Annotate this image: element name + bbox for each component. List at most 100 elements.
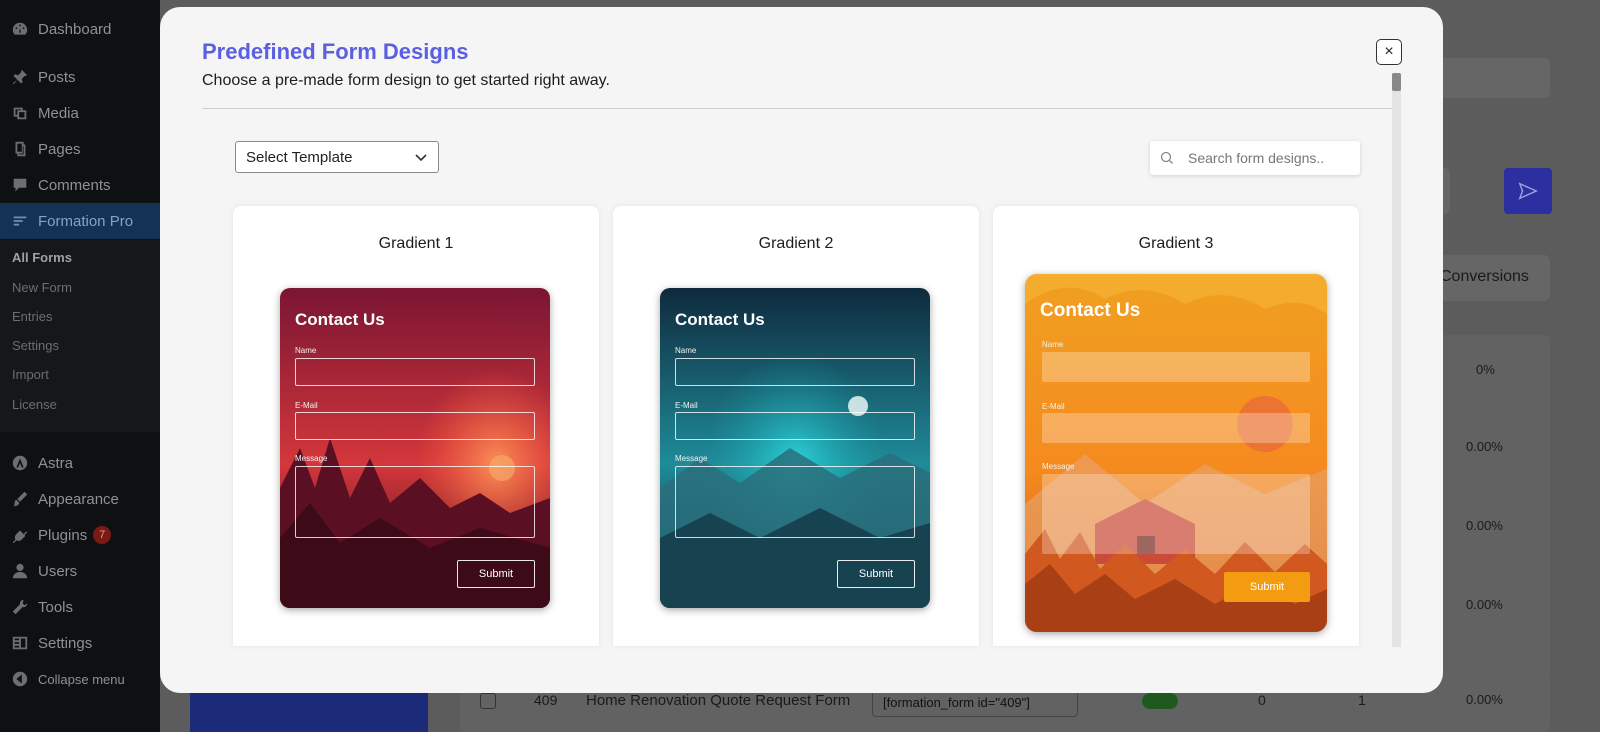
modal-title: Predefined Form Designs	[202, 39, 469, 64]
preview-email-label: E-Mail	[295, 401, 318, 410]
user-icon	[10, 561, 30, 581]
conversion-value: 0.00%	[1466, 439, 1503, 454]
card-title: Gradient 2	[758, 235, 834, 252]
sidebar-item-formation-pro[interactable]: Formation Pro	[0, 203, 160, 239]
preview-submit-button: Submit	[1224, 572, 1310, 602]
bg-toolbar-panel	[1430, 58, 1550, 98]
settings-icon	[10, 633, 30, 653]
admin-sidebar: Dashboard Posts Media Pages Comments For…	[0, 0, 160, 732]
submenu-new-form[interactable]: New Form	[12, 280, 72, 295]
submenu-all-forms[interactable]: All Forms	[12, 250, 72, 265]
sidebar-item-label: Appearance	[38, 490, 119, 508]
sidebar-item-label: Astra	[38, 454, 74, 472]
sidebar-item-media[interactable]: Media	[0, 95, 160, 131]
sidebar-item-posts[interactable]: Posts	[0, 59, 160, 95]
sidebar-item-label: Pages	[38, 140, 81, 158]
preview-message-field	[295, 466, 535, 538]
sidebar-item-label: Tools	[38, 598, 74, 616]
sidebar-item-label: Posts	[38, 68, 76, 86]
close-button[interactable]: ×	[1376, 39, 1402, 65]
scrollbar-thumb[interactable]	[1392, 73, 1401, 91]
row-shortcode: [formation_form id="409"]	[872, 689, 1078, 717]
preview-message-field	[675, 466, 915, 538]
sidebar-item-tools[interactable]: Tools	[0, 589, 160, 625]
search-box[interactable]	[1150, 141, 1360, 175]
sidebar-item-users[interactable]: Users	[0, 553, 160, 589]
design-card-gradient-1[interactable]: Gradient 1 Contact Us Name E-Mail Messag…	[233, 206, 599, 646]
form-icon	[10, 211, 30, 231]
form-preview-gradient-3[interactable]: Contact Us Name E-Mail Message Submit	[1025, 274, 1327, 632]
preview-email-field	[1042, 413, 1310, 443]
scrollbar-track[interactable]	[1392, 73, 1401, 647]
template-select[interactable]: Select Template	[235, 141, 439, 173]
conversion-value: 0.00%	[1466, 518, 1503, 533]
sidebar-item-label: Plugins	[38, 526, 88, 544]
chevron-down-icon	[415, 154, 427, 162]
search-icon	[1160, 151, 1173, 164]
row-views: 1	[1358, 692, 1366, 708]
sidebar-collapse-menu[interactable]: Collapse menu	[0, 661, 160, 697]
conversions-tab-label: Conversions	[1440, 268, 1529, 285]
sidebar-item-dashboard[interactable]: Dashboard	[0, 11, 160, 47]
sidebar-item-label: Media	[38, 104, 79, 122]
pin-icon	[10, 67, 30, 87]
sidebar-item-label: Dashboard	[38, 20, 112, 38]
sidebar-item-label: Comments	[38, 176, 111, 194]
preview-form-title: Contact Us	[295, 310, 385, 329]
row-id: 409	[534, 692, 558, 708]
preview-message-label: Message	[1042, 462, 1075, 471]
row-conversion: 0.00%	[1466, 692, 1503, 707]
design-card-gradient-2[interactable]: Gradient 2 Contact Us Name E-Mail Messag…	[613, 206, 979, 646]
form-preview-gradient-1[interactable]: Contact Us Name E-Mail Message Submit	[280, 288, 550, 608]
card-title: Gradient 1	[378, 235, 454, 252]
preview-message-field	[1042, 474, 1310, 554]
conversion-value: 0%	[1476, 362, 1495, 377]
sidebar-item-astra[interactable]: Astra	[0, 445, 160, 481]
preview-submit-button: Submit	[837, 560, 915, 588]
design-card-gradient-3[interactable]: Gradient 3 Contact Us Name E-Mail Messag…	[993, 206, 1359, 646]
plug-icon	[10, 525, 30, 545]
sidebar-item-pages[interactable]: Pages	[0, 131, 160, 167]
preview-message-label: Message	[295, 454, 328, 463]
preview-form-title: Contact Us	[1040, 300, 1141, 321]
conversion-value: 0.00%	[1466, 597, 1503, 612]
preview-name-label: Name	[295, 346, 317, 355]
sidebar-item-plugins[interactable]: Plugins 7	[0, 517, 160, 553]
preview-name-field	[295, 358, 535, 386]
sidebar-item-label: Formation Pro	[38, 212, 134, 230]
sidebar-item-appearance[interactable]: Appearance	[0, 481, 160, 517]
bg-blue-block	[190, 692, 428, 732]
header-divider	[202, 108, 1392, 109]
astra-icon	[10, 453, 30, 473]
submenu-entries[interactable]: Entries	[12, 309, 52, 324]
sidebar-item-settings[interactable]: Settings	[0, 625, 160, 661]
submenu-settings[interactable]: Settings	[12, 338, 59, 353]
submenu-license[interactable]: License	[12, 397, 57, 412]
predefined-designs-modal: Predefined Form Designs Choose a pre-mad…	[160, 7, 1443, 693]
sidebar-item-label: Collapse menu	[38, 671, 125, 687]
media-icon	[10, 103, 30, 123]
preview-name-field	[1042, 352, 1310, 382]
preview-email-field	[675, 412, 915, 440]
modal-subtitle: Choose a pre-made form design to get sta…	[202, 72, 610, 89]
send-icon	[1504, 168, 1552, 214]
row-entries: 0	[1258, 692, 1266, 708]
search-input[interactable]	[1188, 150, 1348, 166]
pages-icon	[10, 139, 30, 159]
sidebar-item-comments[interactable]: Comments	[0, 167, 160, 203]
wrench-icon	[10, 597, 30, 617]
preview-name-label: Name	[1042, 340, 1064, 349]
template-select-value: Select Template	[246, 148, 353, 166]
sidebar-item-label: Settings	[38, 634, 93, 652]
collapse-icon	[10, 669, 30, 689]
preview-email-label: E-Mail	[675, 401, 698, 410]
form-preview-gradient-2[interactable]: Contact Us Name E-Mail Message Submit	[660, 288, 930, 608]
preview-submit-button: Submit	[457, 560, 535, 588]
submenu-import[interactable]: Import	[12, 367, 49, 382]
sidebar-item-label: Users	[38, 562, 78, 580]
preview-name-label: Name	[675, 346, 697, 355]
formation-submenu: All Forms New Form Entries Settings Impo…	[0, 240, 160, 432]
preview-message-label: Message	[675, 454, 708, 463]
row-status-toggle	[1142, 693, 1178, 709]
preview-email-label: E-Mail	[1042, 402, 1065, 411]
